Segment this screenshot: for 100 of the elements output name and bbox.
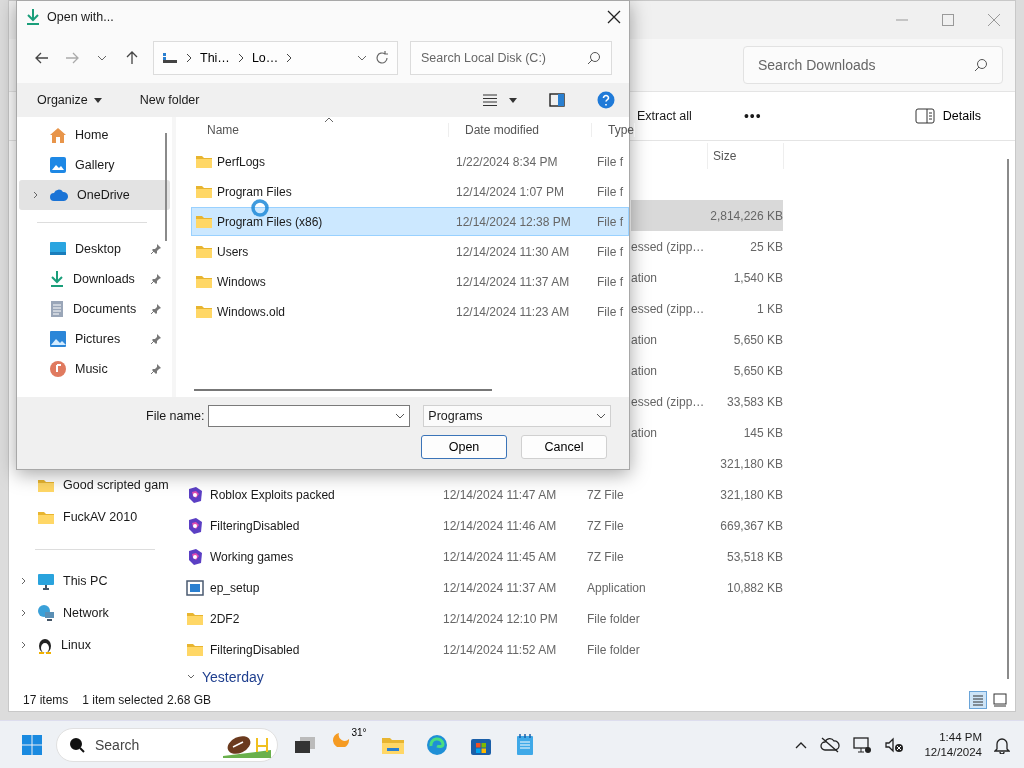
app-window-icon [186,579,204,596]
file-row[interactable]: 2DF2 12/14/2024 12:10 PM File folder [178,603,783,634]
nav-item[interactable]: Linux [9,629,166,661]
file-row[interactable]: ation 5,650 KB [631,355,783,386]
open-button[interactable]: Open [421,435,507,459]
folder-icon [186,642,204,657]
help-button[interactable] [597,91,615,109]
breadcrumb[interactable]: Lo… [251,51,279,65]
breadcrumb[interactable]: Thi… [200,51,230,65]
start-button[interactable] [22,734,42,755]
file-row[interactable]: FilteringDisabled 12/14/2024 11:46 AM 7Z File 669,367 KB [178,510,783,541]
taskbar-search[interactable]: Search [56,727,278,762]
network-icon [37,604,55,622]
file-name-field[interactable] [208,405,411,427]
organize-menu[interactable]: Organize [33,89,106,111]
type-cell-text: File f [596,154,624,169]
size-cell-text: 2,814,226 KB [709,208,783,223]
arrow-up-icon [126,51,138,65]
file-row[interactable]: essed (zipp… 25 KB [631,231,783,262]
file-row[interactable]: Program Files (x86) 12/14/2024 12:38 PM File f [191,207,629,236]
size-cell-text: 1,540 KB [732,270,783,285]
cloud-off-icon [820,736,841,753]
nav-item[interactable]: Documents [19,294,170,324]
nav-item[interactable]: Network [9,597,166,629]
search-field[interactable]: Search Downloads [743,46,1003,84]
column-header[interactable]: Type [592,123,635,137]
file-row[interactable]: Working games 12/14/2024 11:45 AM 7Z File 53,518 KB [178,541,783,572]
file-row[interactable]: ation 1,540 KB [631,262,783,293]
size-cell-text: 669,367 KB [719,518,783,533]
date-cell-text: 1/22/2024 8:34 PM [455,154,559,169]
file-name: ep_setup [210,580,260,595]
more-button[interactable]: ••• [739,104,766,128]
cancel-button[interactable]: Cancel [521,435,607,459]
nav-item[interactable]: Music [19,354,170,384]
maximize-button[interactable] [941,13,955,27]
type-cell-text: 7Z File [587,549,625,564]
file-row[interactable]: Program Files 12/14/2024 1:07 PM File f [191,177,629,206]
arrow-right-icon [65,52,79,64]
file-row[interactable]: ation 145 KB [631,417,783,448]
tiles-view-button[interactable] [991,691,1009,709]
file-row[interactable]: Roblox Exploits packed 12/14/2024 11:47 AM 7Z File 321,180 KB [178,479,783,510]
nav-item[interactable]: Good scripted gam [9,469,166,501]
nav-item[interactable]: Downloads [19,264,170,294]
nav-item[interactable]: FuckAV 2010 [9,501,166,533]
file-row[interactable]: 2,814,226 KB [631,200,783,231]
type-cell-text: essed (zipp… [631,239,706,254]
type-cell-text: File f [596,274,624,289]
file-name: Working games [210,549,294,564]
new-folder-button[interactable]: New folder [135,89,204,111]
extract-all-button[interactable]: Extract all [633,105,696,127]
file-row[interactable]: Users 12/14/2024 11:30 AM File f [191,237,629,266]
size-cell-text: 25 KB [749,239,783,254]
nav-item[interactable]: This PC [9,565,166,597]
weather-button[interactable]: 31° [334,726,364,763]
clock[interactable]: 1:44 PM 12/14/2024 [924,729,982,760]
details-view-button[interactable] [969,691,987,709]
file-row[interactable]: FilteringDisabled 12/14/2024 11:52 AM File folder [178,634,783,665]
folder-icon [37,477,55,493]
search-field[interactable]: Search Local Disk (C:) [410,41,612,75]
column-header[interactable]: Size [707,143,784,169]
size-cell-text: 10,882 KB [725,580,783,595]
volume-muted-icon[interactable] [884,735,905,754]
preview-pane-button[interactable] [549,93,565,107]
nav-item[interactable]: Home [19,120,170,150]
file-row[interactable]: essed (zipp… 33,583 KB [631,386,783,417]
size-cell-text: 5,650 KB [732,332,783,347]
file-row[interactable]: 321,180 KB [631,448,783,479]
group-header[interactable]: Yesterday [178,665,1015,689]
nav-item[interactable]: OneDrive [19,180,170,210]
network-icon[interactable] [852,735,873,754]
file-row[interactable]: ation 5,650 KB [631,324,783,355]
refresh-icon[interactable] [375,51,389,65]
type-cell-text: Application [587,580,647,595]
nav-item[interactable]: Pictures [19,324,170,354]
penguin-icon [37,636,53,654]
column-header[interactable]: Date modified [449,123,592,137]
size-cell-text: 5,650 KB [732,363,783,378]
close-button[interactable] [607,10,621,24]
file-row[interactable]: essed (zipp… 1 KB [631,293,783,324]
column-header[interactable]: Name [191,123,449,137]
file-row[interactable]: ep_setup 12/14/2024 11:37 AM Application 10,882 KB [178,572,783,603]
date-cell-text: 12/14/2024 11:45 AM [443,549,558,564]
size-cell-text: 321,180 KB [719,487,783,502]
bell-icon[interactable] [994,735,1010,754]
nav-item[interactable]: Gallery [19,150,170,180]
file-name: Program Files (x86) [217,214,323,229]
file-row[interactable]: Windows.old 12/14/2024 11:23 AM File f [191,297,629,326]
chevron-right-icon [186,53,192,63]
file-row[interactable]: Windows 12/14/2024 11:37 AM File f [191,267,629,296]
type-cell-text: 7Z File [587,487,625,502]
details-button[interactable]: Details [910,104,985,128]
view-list-button[interactable] [483,94,497,106]
address-bar[interactable]: Thi… Lo… [153,41,398,75]
file-name: PerfLogs [217,154,266,169]
file-name: Windows [217,274,266,289]
sort-caret-icon [324,117,334,123]
nav-item[interactable]: Desktop [19,234,170,264]
file-type-dropdown[interactable]: Programs [423,405,612,427]
caret-icon[interactable] [509,97,517,103]
file-row[interactable]: PerfLogs 1/22/2024 8:34 PM File f [191,147,629,176]
